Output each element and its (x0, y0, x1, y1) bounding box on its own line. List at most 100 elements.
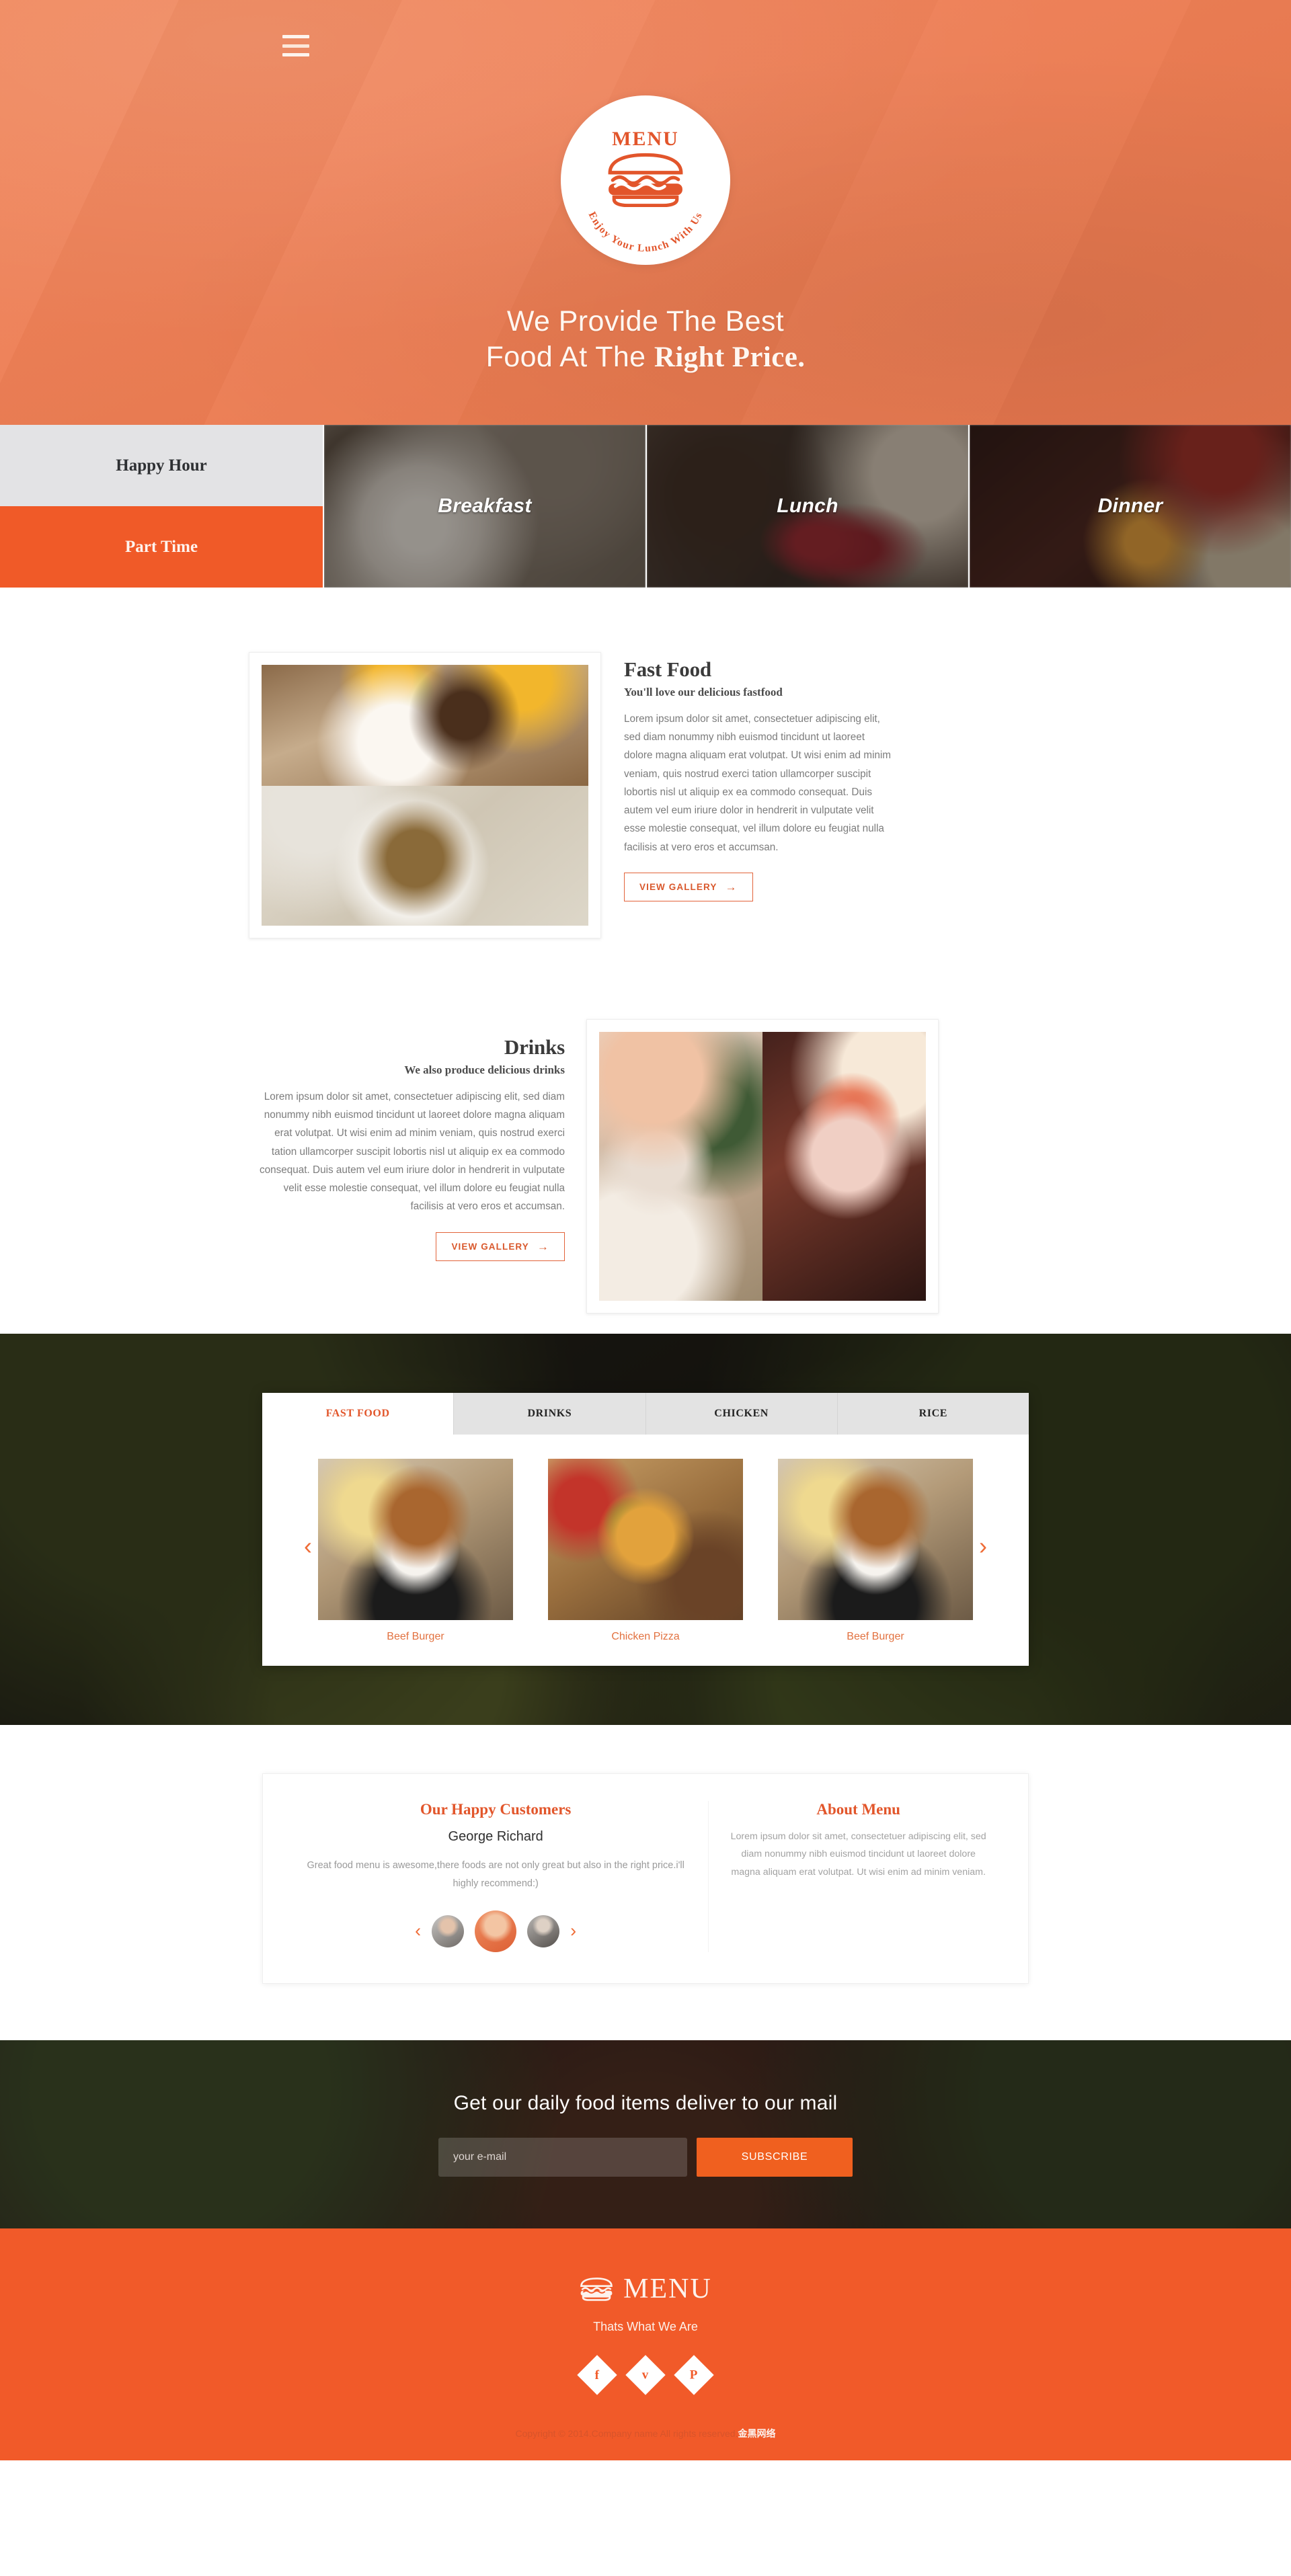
twitter-icon[interactable]: ᴠ (625, 2354, 666, 2395)
strip-side-tabs: Happy Hour Part Time (0, 425, 323, 588)
beef-burger-photo (318, 1459, 513, 1620)
subscribe-title: Get our daily food items deliver to our … (453, 2091, 838, 2114)
drinks-body: Lorem ipsum dolor sit amet, consectetuer… (259, 1091, 565, 1213)
fastfood-photo (262, 665, 588, 926)
testimonial-prev-icon[interactable]: ‹ (415, 1922, 421, 1940)
subscribe-background-photo (0, 2040, 1291, 2228)
copyright-text: Copyright © 2014.Company name All rights… (515, 2427, 738, 2439)
meal-panel-dinner[interactable]: Dinner (968, 425, 1291, 588)
footer-tagline: Thats What We Are (593, 2319, 698, 2333)
drinks-text: Drinks We also produce delicious drinks … (249, 1003, 565, 1314)
arrow-right-icon: → (725, 880, 738, 893)
copyright-line: Copyright © 2014.Company name All rights… (0, 2427, 1291, 2460)
strip-tab-part-time[interactable]: Part Time (0, 506, 323, 588)
testimonial-quote: Great food menu is awesome,there foods a… (307, 1860, 684, 1889)
testimonials-card: Our Happy Customers George Richard Great… (262, 1773, 1029, 1984)
footer-logo-word: MENU (623, 2273, 712, 2304)
fastfood-photo-frame (249, 652, 601, 938)
pinterest-glyph: P (690, 2368, 698, 2382)
gallery-item[interactable]: Chicken Pizza (548, 1459, 743, 1643)
testimonial-next-icon[interactable]: › (570, 1922, 576, 1940)
subscribe-section: Get our daily food items deliver to our … (0, 2040, 1291, 2228)
meal-panel-lunch[interactable]: Lunch (646, 425, 968, 588)
drinks-photo (599, 1032, 926, 1301)
drinks-subtitle: We also produce delicious drinks (404, 1063, 565, 1076)
testimonials-section: Our Happy Customers George Richard Great… (0, 1725, 1291, 2040)
hero-title-line1: We Provide The Best (506, 305, 785, 337)
drinks-title: Drinks (504, 1035, 565, 1059)
gallery-item-caption: Beef Burger (847, 1631, 904, 1642)
burger-icon (580, 2277, 613, 2301)
gallery-card: FAST FOOD DRINKS CHICKEN RICE ‹ Beef Bur… (262, 1393, 1029, 1666)
fastfood-subtitle: You'll love our delicious fastfood (624, 686, 783, 698)
strip-tab-happy-hour[interactable]: Happy Hour (0, 425, 323, 506)
drinks-section: Drinks We also produce delicious drinks … (0, 945, 1291, 1334)
drinks-photo-left (599, 1032, 762, 1301)
hero-section: Enjoy Your Lunch With Us MENU We Provide… (0, 0, 1291, 425)
landing-page: Enjoy Your Lunch With Us MENU We Provide… (0, 0, 1291, 2460)
testimonials-title: Our Happy Customers (420, 1801, 572, 1818)
avatar[interactable] (527, 1915, 560, 1947)
avatar[interactable] (432, 1915, 465, 1947)
footer-social-links: f ᴠ P (0, 2354, 1291, 2395)
fastfood-photo-top (262, 665, 588, 786)
gallery-tab-drinks[interactable]: DRINKS (454, 1393, 646, 1435)
hero-title: We Provide The Best Food At The Right Pr… (0, 304, 1291, 376)
meal-panel-breakfast[interactable]: Breakfast (323, 425, 646, 588)
drinks-photo-right (762, 1032, 926, 1301)
facebook-glyph: f (594, 2368, 600, 2382)
hamburger-menu-icon[interactable] (282, 35, 309, 56)
drinks-view-gallery-button[interactable]: VIEW GALLERY → (436, 1232, 565, 1261)
footer-logo[interactable]: MENU (0, 2273, 1291, 2305)
badge-arc-label: Enjoy Your Lunch With Us (586, 210, 704, 254)
view-gallery-label: VIEW GALLERY (451, 1241, 529, 1252)
about-menu-body: Lorem ipsum dolor sit amet, consectetuer… (730, 1831, 986, 1878)
beef-burger-photo (778, 1459, 973, 1620)
about-menu-title: About Menu (816, 1801, 900, 1818)
fastfood-view-gallery-button[interactable]: VIEW GALLERY → (624, 872, 753, 901)
testimonials-left: Our Happy Customers George Richard Great… (283, 1801, 708, 1952)
strip-tab-label: Part Time (124, 537, 198, 556)
gallery-tab-rice[interactable]: RICE (837, 1393, 1029, 1435)
subscribe-button[interactable]: SUBSCRIBE (697, 2137, 853, 2177)
fastfood-text: Fast Food You'll love our delicious fast… (624, 628, 893, 938)
hero-title-line2: Food At The (485, 341, 654, 374)
twitter-glyph: ᴠ (642, 2368, 649, 2382)
gallery-tabs: FAST FOOD DRINKS CHICKEN RICE (262, 1393, 1029, 1435)
gallery-item[interactable]: Beef Burger (318, 1459, 513, 1643)
avatar-active[interactable] (475, 1910, 517, 1952)
burger-icon (608, 153, 683, 207)
gallery-tab-fast-food[interactable]: FAST FOOD (262, 1393, 455, 1435)
strip-tab-label: Happy Hour (116, 456, 207, 475)
gallery-item-caption: Chicken Pizza (611, 1631, 680, 1642)
fastfood-body: Lorem ipsum dolor sit amet, consectetuer… (624, 713, 892, 853)
badge-word: MENU (612, 128, 679, 150)
hamburger-bar (282, 35, 309, 38)
meal-strip: Happy Hour Part Time Breakfast Lunch Din… (0, 425, 1291, 588)
fastfood-photo-bottom (262, 786, 588, 926)
arrow-right-icon: → (537, 1240, 549, 1253)
gallery-tab-label: CHICKEN (714, 1408, 769, 1419)
view-gallery-label: VIEW GALLERY (639, 881, 717, 892)
meal-label: Breakfast (438, 495, 532, 517)
fastfood-title: Fast Food (624, 657, 711, 681)
gallery-item-caption: Beef Burger (387, 1631, 444, 1642)
gallery-item[interactable]: Beef Burger (778, 1459, 973, 1643)
pinterest-icon[interactable]: P (674, 2354, 714, 2395)
meal-label: Lunch (777, 495, 838, 517)
about-menu-panel: About Menu Lorem ipsum dolor sit amet, c… (708, 1801, 1008, 1952)
carousel-prev-icon[interactable]: ‹ (304, 1534, 312, 1558)
menu-gallery-section: FAST FOOD DRINKS CHICKEN RICE ‹ Beef Bur… (0, 1334, 1291, 1725)
gallery-tab-label: FAST FOOD (325, 1408, 390, 1419)
brand-badge[interactable]: Enjoy Your Lunch With Us MENU (561, 95, 730, 265)
gallery-tab-label: DRINKS (527, 1408, 572, 1419)
hero-title-emphasis: Right Price. (654, 341, 806, 374)
gallery-tab-chicken[interactable]: CHICKEN (646, 1393, 838, 1435)
hamburger-bar (282, 44, 309, 48)
email-input[interactable] (438, 2137, 687, 2177)
facebook-icon[interactable]: f (577, 2354, 617, 2395)
meal-label: Dinner (1097, 495, 1163, 517)
copyright-brand: 金黑网络 (738, 2427, 776, 2439)
carousel-next-icon[interactable]: › (979, 1534, 987, 1558)
gallery-tab-label: RICE (918, 1408, 948, 1419)
